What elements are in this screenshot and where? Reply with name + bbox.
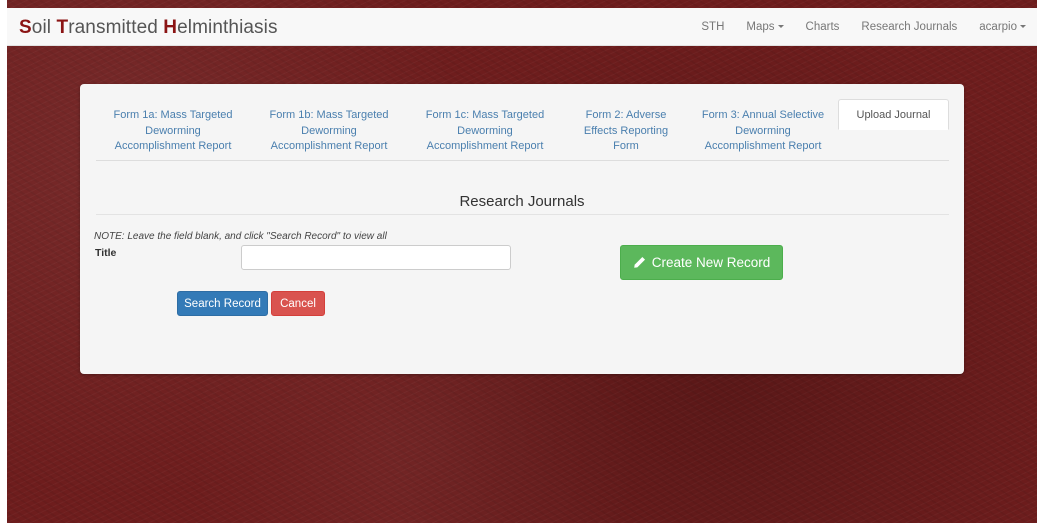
- tab-upload-journal[interactable]: Upload Journal: [838, 99, 949, 130]
- tab-label-line: Form 1c: Mass Targeted: [425, 109, 545, 121]
- tab-label-line: Deworming: [301, 124, 357, 137]
- nav-sth[interactable]: STH: [690, 21, 735, 33]
- tab-label-line: Form 1b: Mass Targeted: [269, 109, 389, 121]
- nav-maps-dropdown[interactable]: Maps: [735, 21, 794, 33]
- left-edge: [0, 0, 7, 523]
- tab-label-line: Effects Reporting: [583, 124, 669, 137]
- tab-form-2[interactable]: Form 2: Adverse Effects Reporting Form: [564, 99, 688, 161]
- tab-label-line: Accomplishment Report: [114, 140, 232, 152]
- tab-label-line: Deworming: [735, 124, 791, 137]
- main-panel: Form 1a: Mass Targeted Deworming Accompl…: [80, 84, 964, 374]
- nav-charts[interactable]: Charts: [795, 21, 851, 33]
- caret-down-icon: [1020, 25, 1026, 29]
- tab-form-1b[interactable]: Form 1b: Mass Targeted Deworming Accompl…: [252, 99, 406, 161]
- tab-label-line: Upload Journal: [856, 109, 931, 121]
- tab-form-1a[interactable]: Form 1a: Mass Targeted Deworming Accompl…: [96, 99, 250, 161]
- navbar: Soil Transmitted Helminthiasis STH Maps …: [7, 8, 1037, 46]
- brand-cap-s: S: [19, 17, 32, 38]
- tab-label-line: Deworming: [145, 124, 201, 137]
- section-title: Research Journals: [459, 193, 585, 210]
- caret-down-icon: [777, 25, 784, 29]
- brand-cap-h: H: [163, 17, 178, 38]
- brand-cap-t: T: [56, 17, 69, 38]
- brand-text-t: ransmitted: [68, 17, 164, 38]
- tab-label-line: Form 3: Annual Selective: [701, 109, 825, 121]
- tab-form-3[interactable]: Form 3: Annual Selective Deworming Accom…: [690, 99, 836, 161]
- divider: [96, 214, 949, 215]
- nav-user-dropdown[interactable]: acarpio: [968, 21, 1037, 33]
- search-note: NOTE: Leave the field blank, and click "…: [94, 231, 387, 242]
- title-input[interactable]: [241, 245, 511, 270]
- create-new-record-button[interactable]: Create New Record: [620, 245, 783, 280]
- tab-label-line: Accomplishment Report: [704, 140, 822, 152]
- nav-maps-label: Maps: [746, 21, 775, 33]
- tab-label-line: Form 1a: Mass Targeted: [113, 109, 233, 121]
- tab-label-line: Accomplishment Report: [426, 140, 544, 152]
- nav-research-journals[interactable]: Research Journals: [850, 21, 968, 33]
- brand-text-s: oil: [31, 17, 57, 38]
- brand-text-h: elminthiasis: [177, 17, 278, 38]
- brand-logo[interactable]: Soil Transmitted Helminthiasis: [19, 17, 278, 39]
- tab-label-line: Form: [613, 140, 639, 152]
- pencil-icon: [633, 256, 646, 269]
- create-button-label: Create New Record: [651, 255, 771, 270]
- title-label: Title: [95, 247, 117, 259]
- search-record-button[interactable]: Search Record: [177, 291, 268, 316]
- tab-form-1c[interactable]: Form 1c: Mass Targeted Deworming Accompl…: [408, 99, 562, 161]
- nav-user-label: acarpio: [979, 21, 1017, 33]
- tab-label-line: Deworming: [457, 124, 513, 137]
- nav-links: STH Maps Charts Research Journals acarpi…: [690, 8, 1037, 46]
- cancel-button[interactable]: Cancel: [271, 291, 325, 316]
- tab-label-line: Form 2: Adverse: [585, 109, 667, 121]
- tab-label-line: Accomplishment Report: [270, 140, 388, 152]
- form-tabs: Form 1a: Mass Targeted Deworming Accompl…: [96, 99, 949, 161]
